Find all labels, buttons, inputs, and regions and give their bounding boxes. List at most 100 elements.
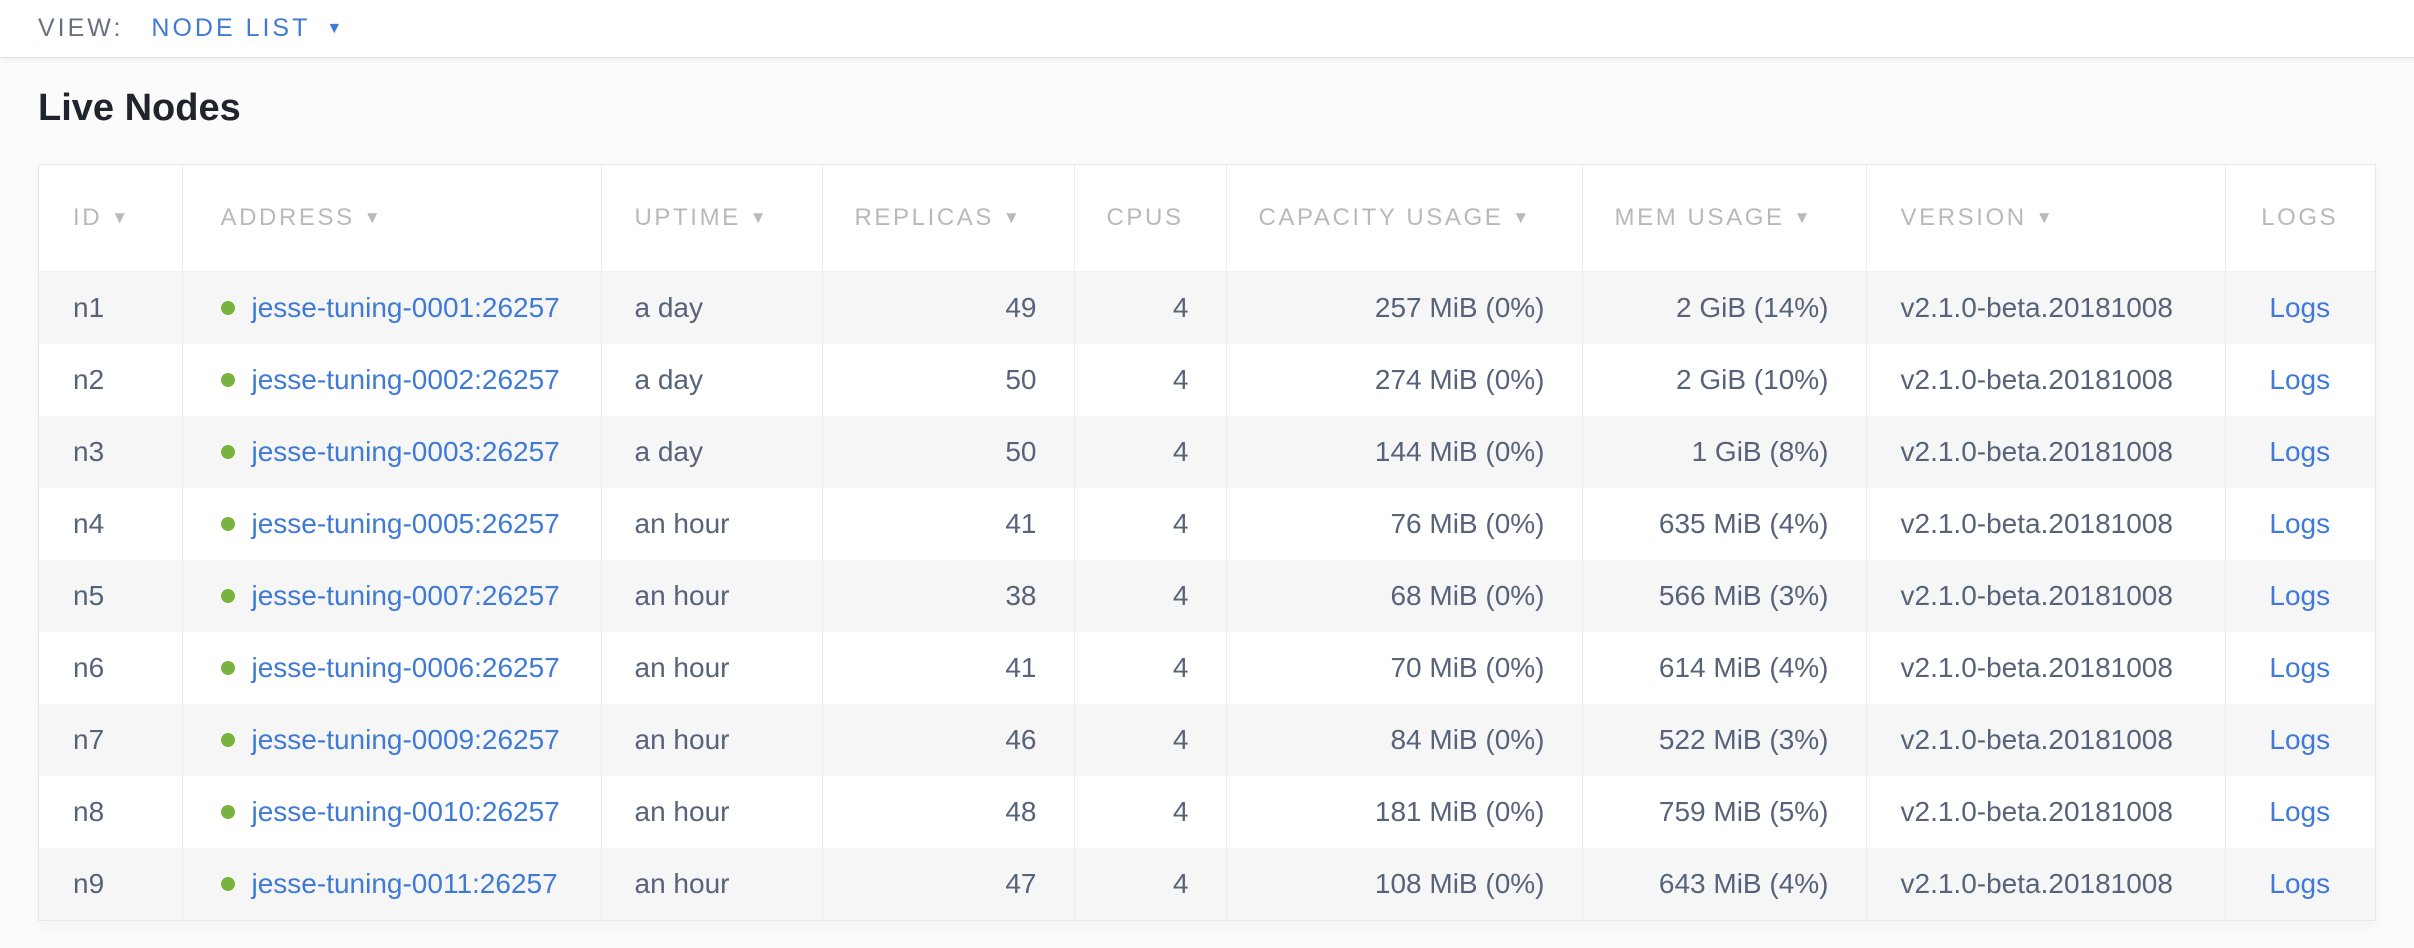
column-header-replicas[interactable]: REPLICAS▼ [822, 165, 1074, 272]
node-cpus-value: 4 [1173, 652, 1189, 683]
node-version-value: v2.1.0-beta.20181008 [1901, 436, 2173, 467]
node-address-link[interactable]: jesse-tuning-0006:26257 [252, 652, 560, 684]
sort-desc-icon: ▼ [1003, 208, 1020, 227]
logs-link[interactable]: Logs [2269, 652, 2330, 683]
node-mem-value: 759 MiB (5%) [1659, 796, 1829, 827]
node-logs-cell: Logs [2225, 704, 2375, 776]
node-version-cell: v2.1.0-beta.20181008 [1866, 560, 2225, 632]
node-uptime-value: an hour [635, 580, 730, 611]
node-mem-cell: 635 MiB (4%) [1582, 488, 1866, 560]
address-wrap: jesse-tuning-0002:26257 [221, 364, 600, 396]
node-id-value: n7 [73, 724, 104, 755]
node-id-cell: n9 [39, 848, 182, 920]
node-uptime-value: an hour [635, 796, 730, 827]
node-address-cell: jesse-tuning-0002:26257 [182, 344, 601, 416]
node-id-value: n9 [73, 868, 104, 899]
address-wrap: jesse-tuning-0010:26257 [221, 796, 600, 828]
node-address-link[interactable]: jesse-tuning-0007:26257 [252, 580, 560, 612]
node-logs-cell: Logs [2225, 848, 2375, 920]
node-uptime-cell: an hour [601, 560, 822, 632]
table-row: n7jesse-tuning-0009:26257an hour46484 Mi… [39, 704, 2375, 776]
node-address-link[interactable]: jesse-tuning-0002:26257 [252, 364, 560, 396]
logs-link[interactable]: Logs [2269, 868, 2330, 899]
node-version-value: v2.1.0-beta.20181008 [1901, 508, 2173, 539]
logs-link[interactable]: Logs [2269, 436, 2330, 467]
node-capacity-value: 68 MiB (0%) [1390, 580, 1544, 611]
node-status-healthy-icon [221, 301, 235, 315]
node-id-cell: n6 [39, 632, 182, 704]
logs-link[interactable]: Logs [2269, 796, 2330, 827]
node-replicas-cell: 50 [822, 344, 1074, 416]
node-logs-cell: Logs [2225, 488, 2375, 560]
node-address-link[interactable]: jesse-tuning-0003:26257 [252, 436, 560, 468]
node-uptime-value: a day [635, 292, 704, 323]
node-id-value: n4 [73, 508, 104, 539]
node-address-link[interactable]: jesse-tuning-0001:26257 [252, 292, 560, 324]
node-mem-value: 635 MiB (4%) [1659, 508, 1829, 539]
node-uptime-value: an hour [635, 508, 730, 539]
node-replicas-value: 50 [1005, 436, 1036, 467]
logs-link[interactable]: Logs [2269, 364, 2330, 395]
table-body: n1jesse-tuning-0001:26257a day494257 MiB… [39, 272, 2375, 921]
logs-link[interactable]: Logs [2269, 580, 2330, 611]
column-header-uptime[interactable]: UPTIME ▼ [601, 165, 822, 272]
node-uptime-value: a day [635, 364, 704, 395]
node-capacity-value: 70 MiB (0%) [1390, 652, 1544, 683]
node-uptime-cell: a day [601, 344, 822, 416]
view-dropdown[interactable]: NODE LIST ▼ [151, 14, 342, 43]
column-header-mem-usage[interactable]: MEM USAGE▼ [1582, 165, 1866, 272]
table-row: n2jesse-tuning-0002:26257a day504274 MiB… [39, 344, 2375, 416]
node-replicas-value: 48 [1005, 796, 1036, 827]
column-header-id[interactable]: ID▼ [39, 165, 182, 272]
header-row: ID▼ADDRESS▼UPTIME▼REPLICAS▼CPUSCAPACITY … [39, 165, 2375, 272]
column-header-address[interactable]: ADDRESS▼ [182, 165, 601, 272]
node-uptime-cell: an hour [601, 704, 822, 776]
column-header-version[interactable]: VERSION▼ [1866, 165, 2225, 272]
node-capacity-cell: 68 MiB (0%) [1226, 560, 1582, 632]
node-status-healthy-icon [221, 877, 235, 891]
node-cpus-cell: 4 [1074, 272, 1226, 345]
node-cpus-cell: 4 [1074, 488, 1226, 560]
address-wrap: jesse-tuning-0009:26257 [221, 724, 600, 756]
sort-desc-icon: ▼ [750, 208, 767, 227]
node-uptime-cell: an hour [601, 776, 822, 848]
node-replicas-cell: 38 [822, 560, 1074, 632]
node-uptime-value: an hour [635, 652, 730, 683]
node-mem-value: 1 GiB (8%) [1692, 436, 1829, 467]
node-address-link[interactable]: jesse-tuning-0005:26257 [252, 508, 560, 540]
address-wrap: jesse-tuning-0003:26257 [221, 436, 600, 468]
logs-link[interactable]: Logs [2269, 508, 2330, 539]
node-address-link[interactable]: jesse-tuning-0011:26257 [252, 868, 558, 900]
logs-link[interactable]: Logs [2269, 724, 2330, 755]
node-id-value: n8 [73, 796, 104, 827]
node-mem-value: 614 MiB (4%) [1659, 652, 1829, 683]
node-status-healthy-icon [221, 445, 235, 459]
address-wrap: jesse-tuning-0011:26257 [221, 868, 600, 900]
node-version-value: v2.1.0-beta.20181008 [1901, 364, 2173, 395]
node-id-cell: n4 [39, 488, 182, 560]
node-address-cell: jesse-tuning-0003:26257 [182, 416, 601, 488]
column-header-cpus: CPUS [1074, 165, 1226, 272]
logs-link[interactable]: Logs [2269, 292, 2330, 323]
column-header-label: UPTIME [635, 204, 741, 231]
node-replicas-value: 49 [1005, 292, 1036, 323]
column-header-logs: LOGS [2225, 165, 2375, 272]
node-capacity-cell: 144 MiB (0%) [1226, 416, 1582, 488]
page-title: Live Nodes [38, 88, 2414, 128]
node-mem-value: 522 MiB (3%) [1659, 724, 1829, 755]
node-address-link[interactable]: jesse-tuning-0009:26257 [252, 724, 560, 756]
node-address-cell: jesse-tuning-0011:26257 [182, 848, 601, 920]
node-id-cell: n1 [39, 272, 182, 345]
column-header-capacity-usage[interactable]: CAPACITY USAGE▼ [1226, 165, 1582, 272]
node-replicas-value: 41 [1005, 508, 1036, 539]
node-capacity-value: 108 MiB (0%) [1375, 868, 1545, 899]
node-mem-cell: 759 MiB (5%) [1582, 776, 1866, 848]
node-cpus-cell: 4 [1074, 560, 1226, 632]
node-address-link[interactable]: jesse-tuning-0010:26257 [252, 796, 560, 828]
node-uptime-value: a day [635, 436, 704, 467]
node-replicas-value: 38 [1005, 580, 1036, 611]
node-replicas-value: 41 [1005, 652, 1036, 683]
node-logs-cell: Logs [2225, 416, 2375, 488]
node-id-value: n5 [73, 580, 104, 611]
node-replicas-value: 50 [1005, 364, 1036, 395]
